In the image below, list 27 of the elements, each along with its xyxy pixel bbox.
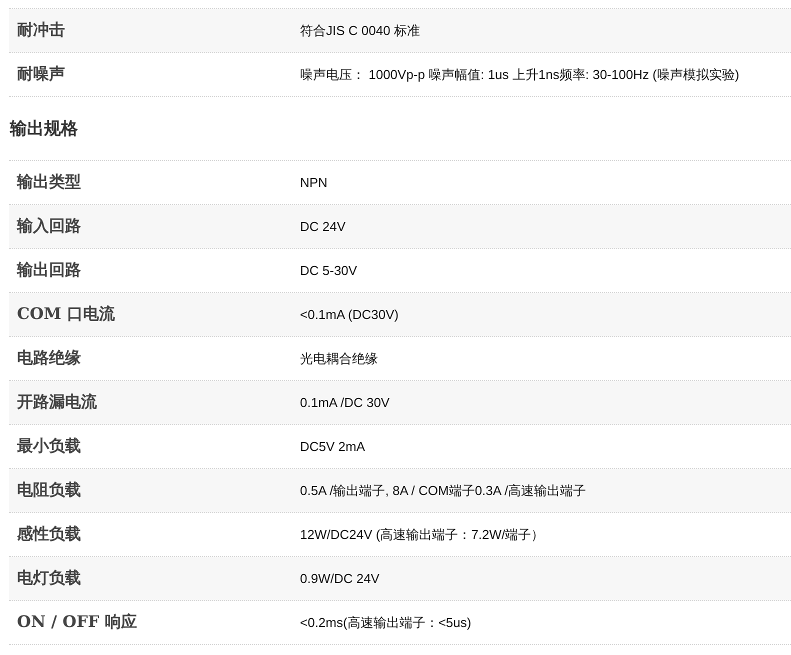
spec-value: 0.5A /输出端子, 8A / COM端子0.3A /高速输出端子 bbox=[300, 482, 586, 500]
spec-label: 耐噪声 bbox=[16, 64, 66, 85]
spec-value: 0.1mA /DC 30V bbox=[300, 395, 390, 410]
spec-value: 光电耦合绝缘 bbox=[300, 350, 378, 368]
spec-value: 符合JIS C 0040 标准 bbox=[300, 22, 420, 40]
spec-value: NPN bbox=[300, 175, 328, 190]
spec-value: DC5V 2mA bbox=[300, 439, 366, 454]
spec-label: 耐冲击 bbox=[16, 20, 66, 41]
spec-label: 最小负载 bbox=[16, 436, 82, 457]
spec-label: 电灯负载 bbox=[16, 568, 82, 589]
spec-label: 开路漏电流 bbox=[16, 392, 98, 413]
spec-value: 12W/DC24V (高速输出端子：7.2W/端子） bbox=[300, 526, 544, 544]
spec-label: 电阻负载 bbox=[16, 480, 82, 501]
spec-value: <0.2ms(高速输出端子：<5us) bbox=[300, 614, 472, 632]
spec-label: 输出类型 bbox=[16, 172, 82, 193]
spec-label: ON / OFF 响应 bbox=[16, 612, 138, 633]
spec-value: DC 5-30V bbox=[300, 263, 358, 278]
spec-label: COM 口电流 bbox=[16, 304, 116, 325]
spec-label: 输入回路 bbox=[16, 216, 82, 237]
spec-value: 噪声电压： 1000Vp-p 噪声幅值: 1us 上升1ns频率: 30-100Hz (噪声模拟实验) bbox=[300, 66, 740, 84]
spec-label: 输出回路 bbox=[16, 260, 82, 281]
section-heading: 输出规格 bbox=[9, 118, 79, 140]
spec-value: 0.9W/DC 24V bbox=[300, 571, 380, 586]
spec-value: <0.1mA (DC30V) bbox=[300, 307, 399, 322]
spec-label: 电路绝缘 bbox=[16, 348, 82, 369]
spec-value: DC 24V bbox=[300, 219, 346, 234]
spec-label: 感性负载 bbox=[16, 524, 82, 545]
